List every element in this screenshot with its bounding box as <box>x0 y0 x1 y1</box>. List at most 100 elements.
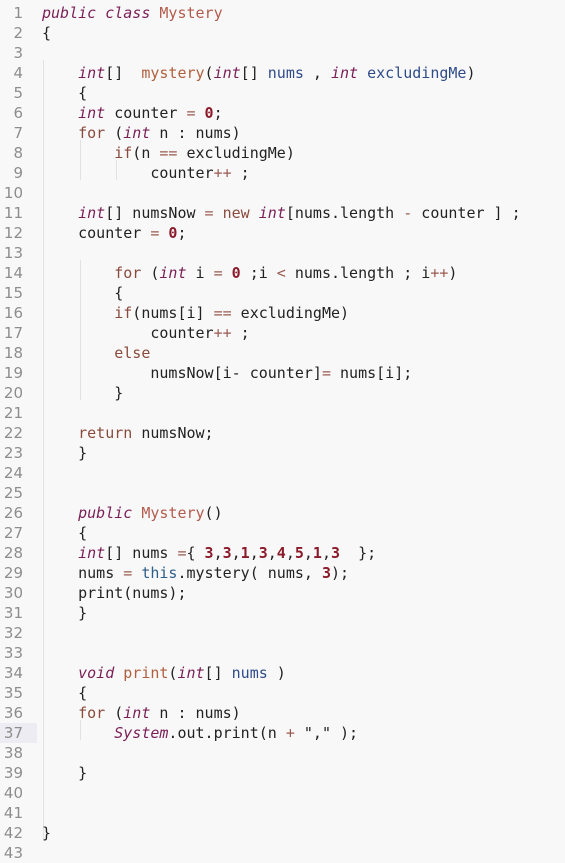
code-line[interactable]: 32 <box>0 623 565 643</box>
code-line[interactable]: 18 else <box>0 343 565 363</box>
code-line[interactable]: 29 nums = this.mystery( nums, 3); <box>0 563 565 583</box>
code-text: n : nums) <box>150 124 241 142</box>
code-text: nums <box>78 564 124 582</box>
code-text: [] <box>105 64 142 82</box>
operator: = <box>204 204 214 222</box>
code-line[interactable]: 10 <box>0 183 565 203</box>
line-number: 10 <box>3 184 23 202</box>
code-content: print(nums); <box>78 583 186 603</box>
code-text: numsNow[i- counter] <box>150 364 322 382</box>
code-line[interactable]: 17 counter++ ; <box>0 323 565 343</box>
code-line[interactable]: 30 print(nums); <box>0 583 565 603</box>
code-text: } <box>78 604 88 622</box>
operator: ++ <box>213 164 232 182</box>
code-text: numsNow; <box>132 424 214 442</box>
code-content: } <box>78 763 87 783</box>
keyword: int <box>258 204 286 222</box>
code-text: } <box>42 824 52 842</box>
code-line[interactable]: 23} <box>0 443 565 463</box>
code-line[interactable]: 16 if(nums[i] == excludingMe) <box>0 303 565 323</box>
keyword: if <box>114 144 133 162</box>
line-number: 6 <box>13 104 23 122</box>
code-line[interactable]: 41 <box>0 803 565 823</box>
keyword: int <box>177 664 205 682</box>
this-keyword: this <box>141 564 178 582</box>
code-editor[interactable]: 1 public class Mystery 2{3 4 int[] mystery(i… <box>0 0 565 863</box>
code-text: excludingMe) <box>231 304 350 322</box>
code-line[interactable]: 3 <box>0 43 565 63</box>
code-line[interactable]: 25 <box>0 483 565 503</box>
keyword: if <box>114 304 133 322</box>
code-line[interactable]: 28 int[] nums ={ 3,3,1,3,4,5,1,3 }; <box>0 543 565 563</box>
code-line[interactable]: 14 for (int i = 0 ;i < nums.length ; i++) <box>0 263 565 283</box>
line-number: 8 <box>13 144 23 162</box>
line-number: 14 <box>3 264 23 282</box>
code-line[interactable]: 1 public class Mystery <box>0 3 565 23</box>
line-number: 26 <box>3 504 23 522</box>
code-line[interactable]: 11 int[] numsNow = new int[nums.length - … <box>0 203 565 223</box>
code-text: , <box>285 544 295 562</box>
code-line[interactable]: 27 { <box>0 523 565 543</box>
code-line[interactable]: 19 numsNow[i- counter]= nums[i]; <box>0 363 565 383</box>
code-text: [] numsNow <box>105 204 205 222</box>
keyword: int <box>78 544 106 562</box>
code-text: counter <box>78 224 151 242</box>
code-text: { <box>78 84 88 102</box>
code-line[interactable]: 4 int[] mystery(int[] nums , int excludin… <box>0 63 565 83</box>
code-line[interactable]: 39} <box>0 763 565 783</box>
line-number: 41 <box>3 804 23 822</box>
keyword: for <box>78 704 106 722</box>
code-line[interactable]: 9 counter++ ; <box>0 163 565 183</box>
keyword: int <box>78 204 106 222</box>
code-line[interactable]: 24 <box>0 463 565 483</box>
code-line[interactable]: 7 for (int n : nums) <box>0 123 565 143</box>
line-number: 21 <box>3 404 23 422</box>
code-text: () <box>204 504 223 522</box>
code-text: ;i <box>240 264 277 282</box>
code-text: excludingMe) <box>177 144 295 162</box>
code-line[interactable]: 6 int counter = 0; <box>0 103 565 123</box>
code-line[interactable]: 15 { <box>0 283 565 303</box>
code-line[interactable]: 40 <box>0 783 565 803</box>
code-line[interactable]: 31} <box>0 603 565 623</box>
code-content: nums = this.mystery( nums, 3); <box>78 563 349 583</box>
code-line[interactable]: 38 <box>0 743 565 763</box>
code-line[interactable]: 2{ <box>0 23 565 43</box>
keyword: for <box>114 264 142 282</box>
code-text: counter <box>150 324 214 342</box>
keyword: int <box>330 64 359 82</box>
code-line[interactable]: 35 { <box>0 683 565 703</box>
code-line[interactable]: 26 public Mystery() <box>0 503 565 523</box>
code-line[interactable]: 8 if(n == excludingMe) <box>0 143 565 163</box>
code-text: counter <box>105 104 187 122</box>
line-number: 20 <box>3 384 23 402</box>
code-line[interactable]: 13 <box>0 243 565 263</box>
code-text: [nums.length <box>285 204 404 222</box>
code-line[interactable]: 21 <box>0 403 565 423</box>
line-number: 16 <box>3 304 23 322</box>
keyword: int <box>123 704 151 722</box>
code-line[interactable]: 33 <box>0 643 565 663</box>
code-content: for (int n : nums) <box>78 703 241 723</box>
code-line[interactable]: 36 for (int n : nums) <box>0 703 565 723</box>
code-content: int[] nums ={ 3,3,1,3,4,5,1,3 }; <box>78 543 376 563</box>
code-line[interactable]: 22 return numsNow; <box>0 423 565 443</box>
code-line[interactable]: 34 void print(int[] nums ) <box>0 663 565 683</box>
code-content: int counter = 0; <box>78 103 223 123</box>
code-line[interactable]: 43 <box>0 843 565 863</box>
code-line[interactable]: 5{ <box>0 83 565 103</box>
code-line[interactable]: 20} <box>0 383 565 403</box>
line-number: 33 <box>3 644 23 662</box>
function-name: mystery <box>141 64 205 82</box>
code-line[interactable]: 12 counter = 0; <box>0 223 565 243</box>
code-text: { <box>186 544 205 562</box>
code-text: } <box>78 764 88 782</box>
code-content: } <box>78 603 87 623</box>
code-line[interactable]: 37 System.out.print(n + "," ); <box>0 723 565 743</box>
code-text: ; <box>231 164 250 182</box>
code-line[interactable]: 42} <box>0 823 565 843</box>
